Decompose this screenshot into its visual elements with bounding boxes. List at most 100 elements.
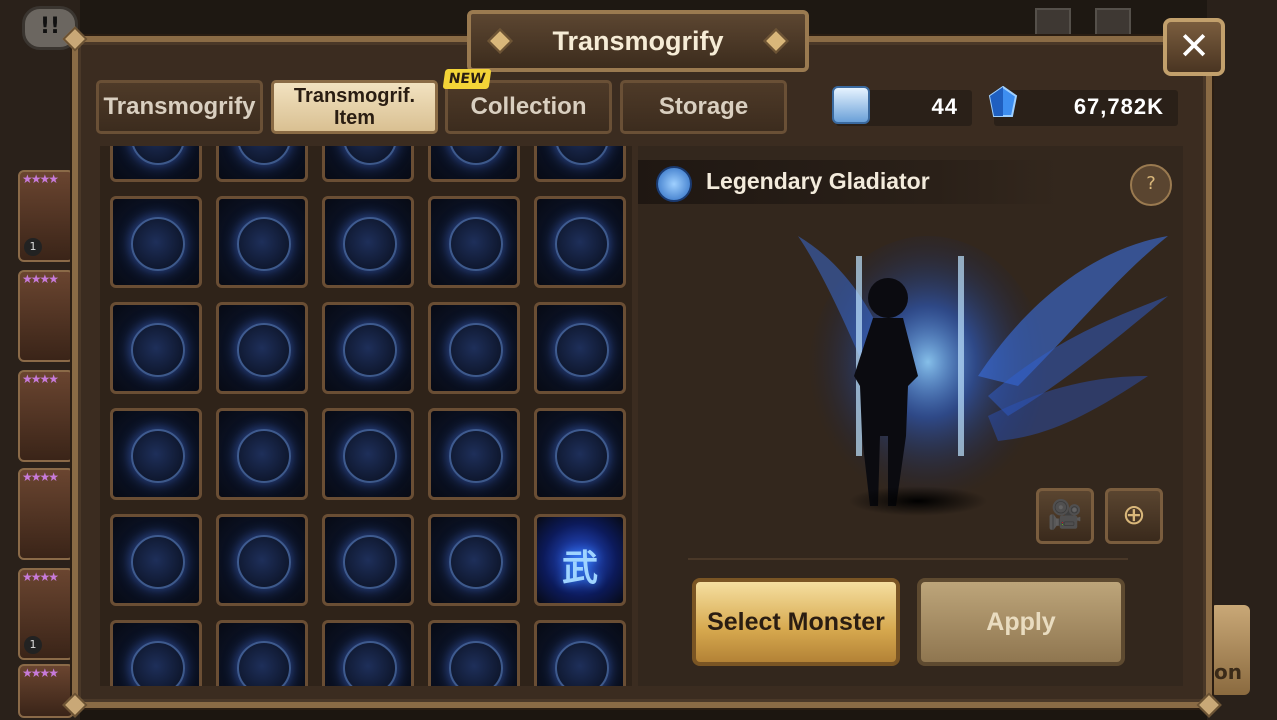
effect-preview-icon	[237, 217, 291, 271]
effect-preview-icon	[237, 146, 291, 165]
page-title: Transmogrify	[552, 26, 724, 56]
side-monster-card[interactable]: ★★★★	[18, 664, 74, 718]
effect-preview-icon	[237, 429, 291, 483]
effect-preview-icon	[131, 429, 185, 483]
camera-icon: 🎥	[1047, 498, 1083, 531]
transmogrify-item-cell[interactable]	[534, 146, 626, 182]
transmogrify-item-cell[interactable]	[216, 146, 308, 182]
effect-preview-icon	[449, 323, 503, 377]
effect-preview-icon	[131, 641, 185, 686]
transmogrify-item-grid: 武	[100, 146, 632, 686]
close-icon: ✕	[1178, 24, 1210, 68]
transmogrify-item-cell[interactable]	[428, 196, 520, 288]
transmogrify-item-cell[interactable]	[110, 146, 202, 182]
side-monster-card[interactable]: ★★★★ 1	[18, 568, 74, 660]
transmogrify-item-cell[interactable]	[534, 196, 626, 288]
effect-preview-icon	[555, 429, 609, 483]
side-monster-card[interactable]: ★★★★ 1	[18, 170, 74, 262]
effect-preview-icon	[343, 323, 397, 377]
effect-preview-icon	[131, 535, 185, 589]
transmogrify-item-cell[interactable]	[428, 408, 520, 500]
transmogrify-item-cell[interactable]	[428, 620, 520, 686]
effect-preview-icon	[237, 641, 291, 686]
transmogrify-item-cell[interactable]	[216, 620, 308, 686]
apply-button[interactable]: Apply	[917, 578, 1125, 666]
transmogrify-item-cell[interactable]	[322, 620, 414, 686]
effect-preview-icon	[449, 535, 503, 589]
scroll-currency: 44	[832, 86, 972, 126]
preview-panel: Legendary Gladiator ? 🎥 ⊕ Select Monster…	[638, 146, 1183, 686]
scroll-icon	[832, 86, 870, 124]
transmogrify-item-cell[interactable]	[110, 196, 202, 288]
help-button[interactable]: ?	[1130, 164, 1172, 206]
tab-storage[interactable]: Storage	[620, 80, 787, 134]
transmogrify-item-cell[interactable]: 武	[534, 514, 626, 606]
star-icon: ★★★★	[22, 570, 59, 584]
effect-preview-icon	[131, 146, 185, 165]
transmogrify-item-cell[interactable]	[216, 302, 308, 394]
new-badge: NEW	[442, 69, 492, 89]
crystal-currency: 67,782K	[988, 86, 1178, 126]
effect-preview-icon	[131, 217, 185, 271]
effect-preview-icon	[555, 323, 609, 377]
zoom-button[interactable]: ⊕	[1105, 488, 1163, 544]
transmogrify-item-cell[interactable]	[428, 514, 520, 606]
transmogrify-item-cell[interactable]	[428, 146, 520, 182]
effect-preview-icon	[343, 641, 397, 686]
transmogrify-item-cell[interactable]	[216, 196, 308, 288]
item-glyph: 武	[561, 548, 598, 589]
effect-preview-icon	[131, 323, 185, 377]
transmogrify-item-cell[interactable]	[534, 408, 626, 500]
effect-preview-icon	[237, 535, 291, 589]
item-name-bar: Legendary Gladiator	[638, 160, 1058, 204]
select-monster-button[interactable]: Select Monster	[692, 578, 900, 666]
magnifier-icon: ⊕	[1122, 498, 1146, 531]
star-icon: ★★★★	[22, 666, 59, 680]
video-button[interactable]: 🎥	[1036, 488, 1094, 544]
title-plate: Transmogrify	[467, 10, 809, 72]
star-icon: ★★★★	[22, 470, 59, 484]
tab-transmogrify-item[interactable]: Transmogrif. Item	[271, 80, 438, 134]
question-icon: ?	[1146, 173, 1156, 194]
effect-preview-icon	[449, 641, 503, 686]
effect-preview-icon	[343, 217, 397, 271]
transmogrify-item-cell[interactable]	[428, 302, 520, 394]
level-badge: 1	[24, 636, 42, 654]
tab-transmogrify[interactable]: Transmogrify	[96, 80, 263, 134]
transmogrify-item-cell[interactable]	[216, 408, 308, 500]
effect-preview-icon	[449, 146, 503, 165]
transmogrify-item-cell[interactable]	[534, 620, 626, 686]
divider	[688, 558, 1128, 560]
effect-preview-icon	[449, 217, 503, 271]
background-action-button[interactable]: on	[1210, 605, 1250, 695]
transmogrify-item-cell[interactable]	[110, 408, 202, 500]
transmogrify-item-cell[interactable]	[322, 146, 414, 182]
star-icon: ★★★★	[22, 172, 59, 186]
effect-preview-icon	[343, 146, 397, 165]
transmogrify-item-cell[interactable]	[322, 302, 414, 394]
side-monster-card[interactable]: ★★★★	[18, 370, 74, 462]
star-icon: ★★★★	[22, 272, 59, 286]
scroll-count: 44	[931, 94, 958, 119]
transmogrify-item-cell[interactable]	[110, 514, 202, 606]
transmogrify-item-cell[interactable]	[322, 514, 414, 606]
crystal-count: 67,782K	[1073, 94, 1164, 119]
transmogrify-item-cell[interactable]	[534, 302, 626, 394]
swirl-icon	[656, 166, 692, 202]
star-icon: ★★★★	[22, 372, 59, 386]
close-button[interactable]: ✕	[1163, 18, 1225, 76]
transmogrify-item-cell[interactable]	[322, 196, 414, 288]
transmogrify-item-cell[interactable]	[110, 620, 202, 686]
effect-preview-icon	[343, 535, 397, 589]
transmogrify-item-cell[interactable]	[322, 408, 414, 500]
effect-preview-icon	[343, 429, 397, 483]
level-badge: 1	[24, 238, 42, 256]
character-shadow	[848, 486, 988, 516]
effect-preview-icon	[237, 323, 291, 377]
transmogrify-item-cell[interactable]	[110, 302, 202, 394]
crystal-icon	[988, 86, 1018, 117]
side-monster-card[interactable]: ★★★★	[18, 468, 74, 560]
side-monster-card[interactable]: ★★★★	[18, 270, 74, 362]
transmogrify-item-cell[interactable]	[216, 514, 308, 606]
effect-preview-icon	[555, 217, 609, 271]
